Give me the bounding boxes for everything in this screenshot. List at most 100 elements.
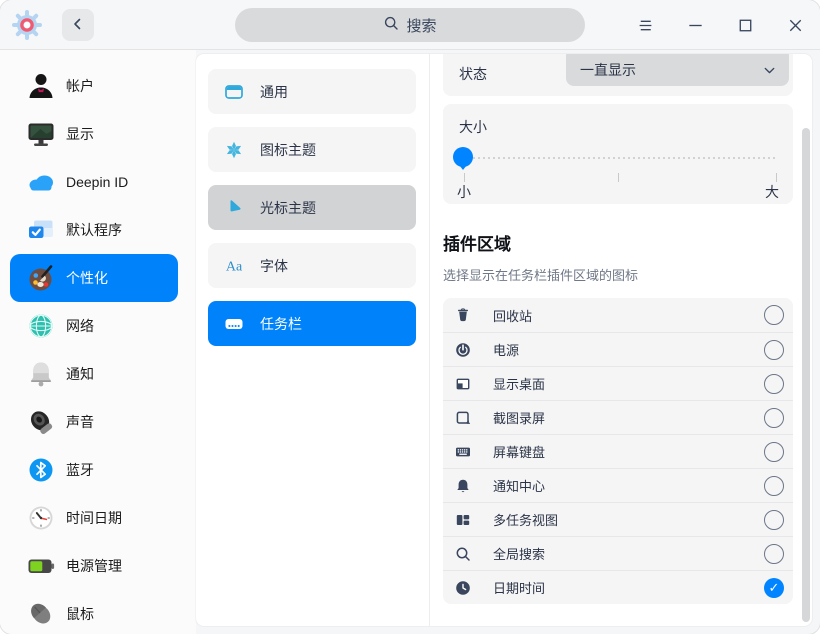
maximize-icon[interactable]: [720, 0, 770, 50]
taskbar-settings-panel: 状态 一直显示 大小 小 大: [430, 54, 812, 626]
sidebar-item-default-apps[interactable]: 默认程序: [10, 206, 178, 254]
settings-gear-logo-icon: [10, 8, 44, 42]
sidebar-item-power-manage[interactable]: 电源管理: [10, 542, 178, 590]
sidebar-item-bluetooth[interactable]: 蓝牙: [10, 446, 178, 494]
subnav-item-font[interactable]: Aa字体: [208, 243, 416, 288]
search-icon: [455, 546, 471, 562]
status-dropdown[interactable]: 一直显示: [566, 54, 789, 86]
subnav-item-label: 通用: [260, 82, 288, 102]
subnav-item-label: 光标主题: [260, 198, 316, 218]
plugin-checkbox-notification-center[interactable]: [764, 476, 784, 496]
keyboard-icon: [455, 444, 471, 460]
power-icon: [455, 342, 471, 358]
sidebar-item-personalization[interactable]: 个性化: [10, 254, 178, 302]
plugin-label: 电源: [493, 340, 764, 359]
sidebar-item-label: 帐户: [66, 76, 94, 96]
plugin-label: 通知中心: [493, 476, 764, 495]
size-label: 大小: [443, 104, 793, 137]
user-silhouette-icon: [26, 71, 56, 101]
sidebar-item-sound[interactable]: 声音: [10, 398, 178, 446]
size-slider[interactable]: [456, 147, 780, 169]
subnav-item-label: 图标主题: [260, 140, 316, 160]
speaker-icon: [26, 407, 56, 437]
sidebar-item-deepin-id[interactable]: Deepin ID: [10, 158, 178, 206]
plugin-row-notification-center: 通知中心: [443, 468, 793, 502]
plugin-label: 显示桌面: [493, 374, 764, 393]
slider-track[interactable]: [458, 157, 778, 159]
sidebar: 帐户显示 Deepin ID 默认程序个性化网络通知声音蓝牙时间日期电源管理鼠标: [0, 50, 196, 634]
plugin-row-trash: 回收站: [443, 298, 793, 332]
snowflake-icon: [224, 140, 244, 160]
plugin-checkbox-global-search[interactable]: [764, 544, 784, 564]
cursor-icon: [224, 198, 244, 218]
menu-icon[interactable]: [620, 0, 670, 50]
subnav-item-taskbar[interactable]: 任务栏: [208, 301, 416, 346]
plugin-checkbox-screenshot[interactable]: [764, 408, 784, 428]
palette-icon: [26, 263, 56, 293]
control-center-window: 搜索 帐户显示 Deepin ID 默认程序个性化网络通知声音蓝牙时间日期电源管理鼠…: [0, 0, 820, 634]
plugin-label: 全局搜索: [493, 544, 764, 563]
plugin-area-title: 插件区域: [443, 230, 812, 255]
sidebar-item-label: 时间日期: [66, 508, 122, 528]
sidebar-item-mouse[interactable]: 鼠标: [10, 590, 178, 634]
clock-badge-icon: [455, 580, 471, 596]
search-placeholder: 搜索: [406, 15, 436, 36]
sidebar-item-network[interactable]: 网络: [10, 302, 178, 350]
svg-text:Aa: Aa: [226, 259, 243, 274]
slider-handle[interactable]: [453, 147, 473, 167]
multitask-icon: [455, 512, 471, 528]
plugin-label: 屏幕键盘: [493, 442, 764, 461]
sidebar-item-label: 蓝牙: [66, 460, 94, 480]
font-aa-icon: Aa: [224, 256, 244, 276]
plugin-row-multitask-view: 多任务视图: [443, 502, 793, 536]
sidebar-item-account[interactable]: 帐户: [10, 62, 178, 110]
plugin-checkbox-power[interactable]: [764, 340, 784, 360]
sidebar-item-label: 显示: [66, 124, 94, 144]
plugin-checkbox-show-desktop[interactable]: [764, 374, 784, 394]
close-icon[interactable]: [770, 0, 820, 50]
battery-icon: [26, 551, 56, 581]
sidebar-item-label: 网络: [66, 316, 94, 336]
monitor-icon: [26, 119, 56, 149]
plugin-checkbox-multitask-view[interactable]: [764, 510, 784, 530]
sidebar-item-label: 个性化: [66, 268, 108, 288]
back-button[interactable]: [62, 9, 94, 41]
sidebar-item-label: 鼠标: [66, 604, 94, 624]
plugin-label: 日期时间: [493, 578, 764, 597]
plugin-row-screenshot: 截图录屏: [443, 400, 793, 434]
globe-icon: [26, 311, 56, 341]
sidebar-item-display[interactable]: 显示: [10, 110, 178, 158]
default-apps-icon: [26, 215, 56, 245]
size-card: 大小 小 大: [443, 104, 793, 204]
bluetooth-icon: [26, 455, 56, 485]
sidebar-item-notification[interactable]: 通知: [10, 350, 178, 398]
status-row: 状态 一直显示: [443, 54, 793, 96]
size-min-label: 小: [457, 182, 471, 202]
slider-ticks: [456, 173, 780, 182]
plugin-checkbox-trash[interactable]: [764, 305, 784, 325]
subnav-list: 通用图标主题光标主题 Aa字体任务栏: [196, 54, 430, 626]
subnav-item-icon-theme[interactable]: 图标主题: [208, 127, 416, 172]
show-desktop-icon: [455, 376, 471, 392]
sidebar-item-time-date[interactable]: 时间日期: [10, 494, 178, 542]
plugin-row-onscreen-keyboard: 屏幕键盘: [443, 434, 793, 468]
subnav-item-cursor-theme[interactable]: 光标主题: [208, 185, 416, 230]
minimize-icon[interactable]: [670, 0, 720, 50]
plugin-list: 回收站电源显示桌面截图录屏屏幕键盘通知中心多任务视图全局搜索日期时间: [443, 298, 793, 604]
subnav-item-general[interactable]: 通用: [208, 69, 416, 114]
titlebar: 搜索: [0, 0, 820, 50]
scrollbar-thumb[interactable]: [802, 128, 810, 622]
clock-icon: [26, 503, 56, 533]
screenshot-icon: [455, 410, 471, 426]
sidebar-item-label: Deepin ID: [66, 174, 128, 190]
mouse-icon: [26, 599, 56, 629]
sidebar-item-label: 通知: [66, 364, 94, 384]
content-panel: 通用图标主题光标主题 Aa字体任务栏 状态 一直显示 大小: [196, 54, 812, 626]
status-label: 状态: [459, 54, 487, 96]
plugin-checkbox-onscreen-keyboard[interactable]: [764, 442, 784, 462]
sidebar-item-label: 默认程序: [66, 220, 122, 240]
status-dropdown-value: 一直显示: [580, 54, 762, 80]
plugin-row-power: 电源: [443, 332, 793, 366]
plugin-checkbox-date-time[interactable]: [764, 578, 784, 598]
search-input[interactable]: 搜索: [235, 8, 585, 42]
